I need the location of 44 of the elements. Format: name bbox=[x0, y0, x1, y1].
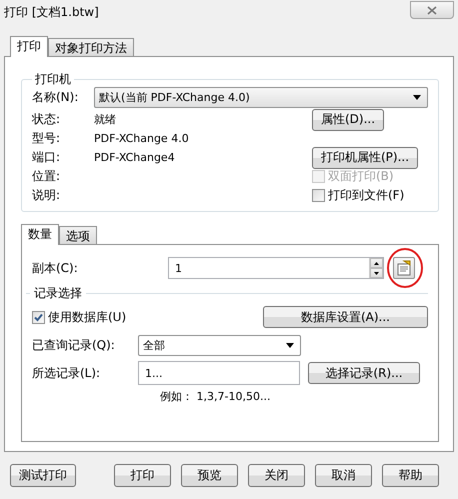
dialog-button[interactable]: 测试打印 bbox=[10, 464, 76, 487]
checkbox[interactable]: 使用数据库(U) bbox=[32, 308, 126, 326]
records-field[interactable]: 1... bbox=[138, 361, 300, 385]
field-label: 已查询记录(Q): bbox=[32, 336, 116, 354]
field-label: 名称(N): bbox=[32, 89, 80, 106]
field-label: 端口: bbox=[32, 149, 62, 166]
properties-button[interactable]: 属性(D)... bbox=[312, 108, 384, 130]
select-records-button[interactable]: 选择记录(R)... bbox=[308, 362, 420, 384]
database-settings-button[interactable]: 数据库设置(A)... bbox=[263, 306, 428, 328]
dialog-button[interactable]: 打印 bbox=[114, 464, 171, 487]
query-dropdown[interactable]: 全部 bbox=[138, 334, 301, 356]
checkbox[interactable]: 打印到文件(F) bbox=[312, 187, 404, 204]
printer-dropdown[interactable]: 默认(当前 PDF-XChange 4.0) bbox=[94, 87, 428, 108]
field-label: 型号: bbox=[32, 130, 62, 147]
field-label: 副本(C): bbox=[32, 260, 79, 276]
field-label: 说明: bbox=[32, 187, 62, 204]
document-icon bbox=[396, 260, 412, 276]
section-title: 记录选择 bbox=[34, 285, 82, 302]
copies-field[interactable]: 1 bbox=[168, 257, 384, 279]
field-label: 位置: bbox=[32, 168, 62, 185]
printer-properties-button[interactable]: 打印机属性(P)... bbox=[312, 146, 418, 168]
group-title: 打印机 bbox=[34, 71, 72, 88]
field-label: 所选记录(L): bbox=[32, 364, 102, 382]
close-icon bbox=[427, 6, 437, 14]
close-button[interactable] bbox=[410, 1, 454, 19]
tab[interactable]: 选项 bbox=[59, 226, 97, 245]
tab[interactable]: 数量 bbox=[21, 224, 59, 245]
caret-icon bbox=[413, 95, 421, 100]
dialog-button[interactable]: 帮助 bbox=[382, 464, 439, 487]
example-hint: 例如： 1,3,7-10,50... bbox=[160, 388, 270, 404]
field-value: 就绪 bbox=[94, 112, 117, 127]
field-value: PDF-XChange4 bbox=[94, 151, 176, 164]
dialog-button[interactable]: 预览 bbox=[181, 464, 238, 487]
field-label: 状态: bbox=[32, 111, 62, 128]
dialog-button[interactable]: 关闭 bbox=[248, 464, 305, 487]
window-title: 打印 [文档1.btw] bbox=[4, 4, 99, 20]
tab[interactable]: 打印 bbox=[10, 36, 48, 57]
dialog-button[interactable]: 取消 bbox=[315, 464, 372, 487]
caret-icon bbox=[286, 342, 294, 348]
tab[interactable]: 对象打印方法 bbox=[48, 38, 134, 57]
check-icon bbox=[33, 312, 44, 322]
preset-button[interactable] bbox=[393, 257, 415, 279]
spinner[interactable] bbox=[369, 258, 383, 278]
field-value: PDF-XChange 4.0 bbox=[94, 132, 190, 145]
